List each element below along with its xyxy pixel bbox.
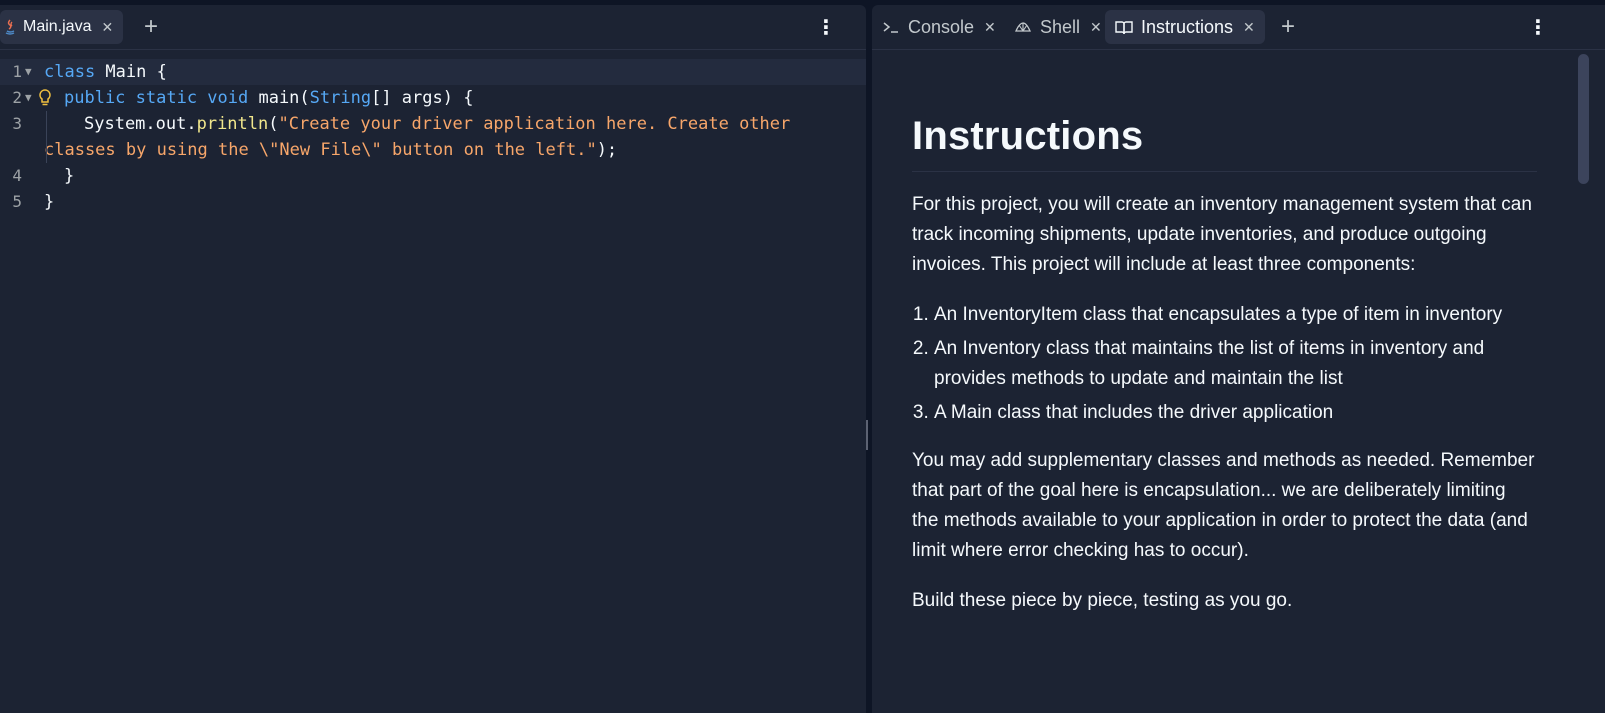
close-icon[interactable]: ✕ — [984, 19, 996, 36]
indent-guide — [46, 111, 47, 163]
close-icon[interactable]: ✕ — [1243, 19, 1255, 36]
fold-toggle-icon[interactable]: ▼ — [25, 85, 32, 111]
shell-icon — [1014, 19, 1032, 35]
code-text: class Main { — [44, 62, 167, 82]
right-pane: Console ✕ Shell ✕ Instructions ✕ + ⋮ Ins… — [872, 5, 1605, 713]
instructions-title: Instructions — [912, 55, 1537, 172]
editor-pane: Main.java ✕ + ⋮ 1 ▼ class Main { 2 ▼ pub… — [0, 5, 866, 713]
add-tab-button[interactable]: + — [137, 13, 165, 41]
tab-label: Main.java — [23, 18, 92, 35]
list-item: A Main class that includes the driver ap… — [934, 398, 1537, 428]
tab-instructions[interactable]: Instructions ✕ — [1105, 10, 1265, 44]
code-line: 2 ▼ public static void main(String[] arg… — [0, 85, 866, 111]
close-icon[interactable]: ✕ — [1090, 19, 1102, 36]
line-number: 5 — [12, 192, 22, 211]
code-editor[interactable]: 1 ▼ class Main { 2 ▼ public static void … — [0, 51, 866, 713]
paragraph: You may add supplementary classes and me… — [912, 450, 1535, 561]
code-line: 5 } — [0, 189, 866, 215]
editor-tabbar: Main.java ✕ + ⋮ — [0, 5, 866, 50]
tab-label: Instructions — [1141, 16, 1234, 37]
components-list: An InventoryItem class that encapsulates… — [912, 300, 1537, 428]
list-item: An Inventory class that maintains the li… — [934, 334, 1537, 394]
tab-label: Shell — [1040, 16, 1081, 37]
tab-main-java[interactable]: Main.java ✕ — [0, 10, 124, 44]
code-line-wrap: classes by using the \"New File\" button… — [0, 137, 866, 163]
code-text: } — [44, 192, 55, 212]
code-line: 4 } — [0, 163, 866, 189]
line-number: 3 — [12, 114, 22, 133]
more-options-icon[interactable]: ⋮ — [816, 14, 836, 42]
code-line: 1 ▼ class Main { — [0, 59, 866, 85]
more-options-icon[interactable]: ⋮ — [1528, 14, 1548, 42]
fold-toggle-icon[interactable]: ▼ — [25, 59, 32, 85]
line-number: 1 — [12, 62, 22, 81]
book-icon — [1115, 20, 1133, 35]
instructions-content: Instructions For this project, you will … — [912, 55, 1537, 636]
line-number: 2 — [12, 88, 22, 107]
pane-resize-handle[interactable] — [866, 420, 868, 450]
terminal-icon — [882, 20, 900, 34]
tab-label: Console — [908, 16, 975, 37]
paragraph: For this project, you will create an inv… — [912, 194, 1532, 275]
code-text: } — [64, 166, 75, 186]
code-text: classes by using the \"New File\" button… — [44, 140, 618, 160]
list-item: An InventoryItem class that encapsulates… — [934, 300, 1537, 330]
java-icon — [2, 18, 18, 36]
add-tab-button[interactable]: + — [1274, 13, 1302, 41]
lightbulb-icon[interactable] — [38, 88, 52, 113]
tab-shell[interactable]: Shell ✕ — [1004, 10, 1112, 44]
scrollbar-thumb[interactable] — [1578, 54, 1589, 184]
close-icon[interactable]: ✕ — [101, 19, 113, 36]
tab-console[interactable]: Console ✕ — [872, 10, 1006, 44]
tool-tabbar: Console ✕ Shell ✕ Instructions ✕ + ⋮ — [872, 5, 1605, 50]
paragraph: Build these piece by piece, testing as y… — [912, 590, 1293, 611]
line-number: 4 — [12, 166, 22, 185]
code-text: System.out.println("Create your driver a… — [84, 114, 791, 134]
code-line: 3 System.out.println("Create your driver… — [0, 111, 866, 137]
code-text: public static void main(String[] args) { — [64, 88, 474, 108]
workspace: Main.java ✕ + ⋮ 1 ▼ class Main { 2 ▼ pub… — [0, 0, 1605, 713]
